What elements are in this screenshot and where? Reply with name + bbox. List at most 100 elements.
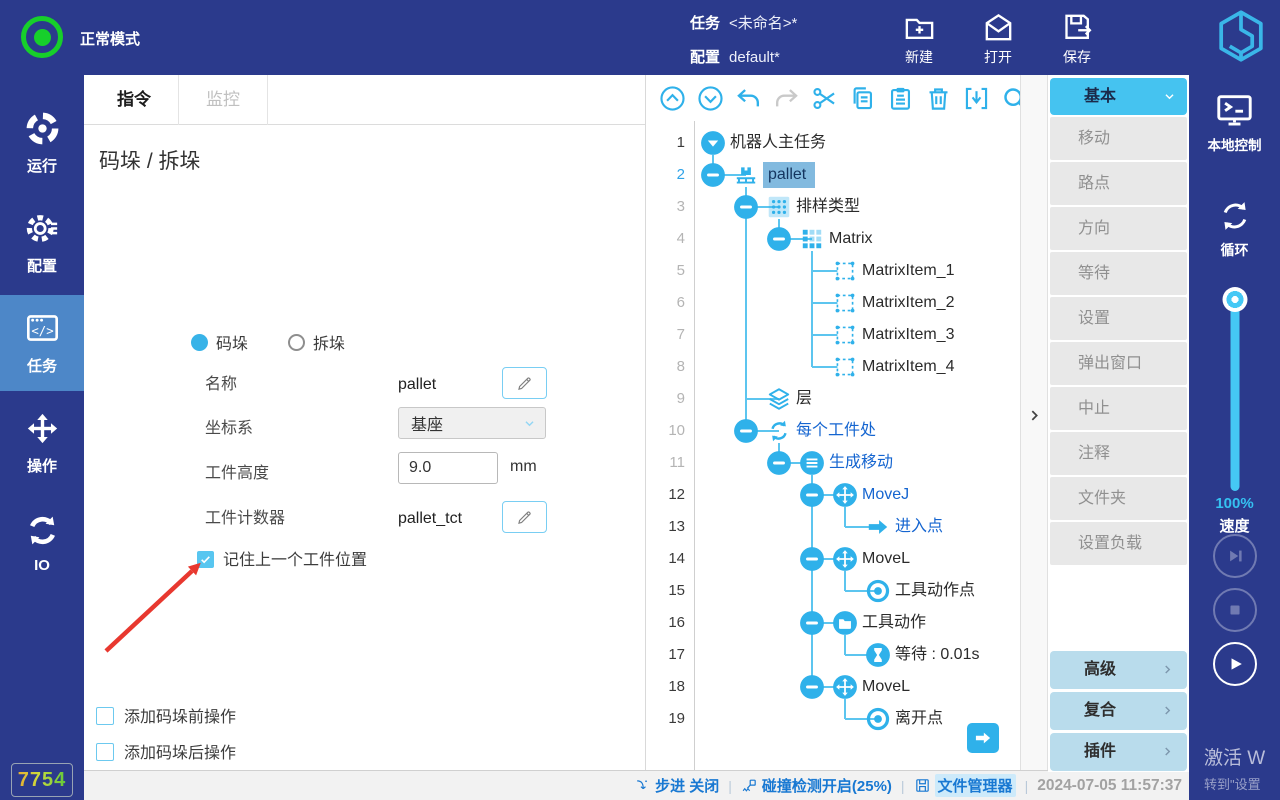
caret-icon[interactable] [700, 130, 726, 156]
command-item[interactable]: 路点 [1050, 162, 1187, 205]
command-item[interactable]: 弹出窗口 [1050, 342, 1187, 385]
sidebar-item-io[interactable]: IO [0, 495, 84, 591]
tree-node-label[interactable]: pallet [763, 162, 815, 188]
radio-circle-icon [191, 334, 208, 351]
tree-node-label[interactable]: Matrix [829, 223, 873, 255]
tree-node-label[interactable]: 离开点 [895, 703, 943, 735]
tree-node-label[interactable]: MatrixItem_2 [862, 287, 954, 319]
height-input[interactable]: 9.0 [398, 452, 498, 484]
collapse-toggle-icon[interactable] [733, 194, 759, 220]
insert-button[interactable] [963, 85, 990, 112]
pre-post-op-checkbox[interactable] [96, 707, 114, 725]
tree-node-label[interactable]: 机器人主任务 [730, 127, 826, 159]
command-item[interactable]: 文件夹 [1050, 477, 1187, 520]
collapse-toggle-icon[interactable] [766, 226, 792, 252]
local-control-button[interactable]: 本地控制 [1189, 89, 1280, 154]
insert-icon [963, 85, 990, 112]
collapse-toggle-icon[interactable] [799, 610, 825, 636]
robot-status-indicator[interactable] [21, 16, 63, 58]
command-item[interactable]: 设置 [1050, 297, 1187, 340]
edit-name-button[interactable] [502, 367, 547, 399]
move-down-button[interactable] [697, 85, 724, 112]
collapse-toggle-icon[interactable] [799, 674, 825, 700]
tree-node-label[interactable]: MatrixItem_3 [862, 319, 954, 351]
paste-button[interactable] [887, 85, 914, 112]
step-forward-button[interactable] [1213, 534, 1257, 578]
sidebar-item-task[interactable]: </>任务 [0, 295, 84, 391]
copy-button[interactable] [849, 85, 876, 112]
tree-node-label[interactable]: MoveL [862, 543, 910, 575]
tree-node-label[interactable]: 排样类型 [796, 191, 860, 223]
tab-command[interactable]: 指令 [90, 75, 179, 125]
undo-button[interactable] [735, 85, 762, 112]
topbar-open-button[interactable]: 打开 [962, 11, 1034, 67]
command-group[interactable]: 复合 [1050, 692, 1187, 730]
radio-option-depalletize[interactable]: 拆垛 [288, 330, 345, 354]
name-label: 名称 [205, 375, 237, 395]
name-value: pallet [398, 375, 436, 395]
status-bar: 步进 关闭 | 碰撞检测开启(25%) | 文件管理器 | 2024-07-05… [84, 770, 1189, 800]
file-manager-button[interactable]: 文件管理器 [914, 774, 1016, 797]
loop-button[interactable]: 循环 [1189, 197, 1280, 260]
next-page-button[interactable] [967, 723, 999, 753]
collision-status[interactable]: 碰撞检测开启(25%) [741, 775, 892, 796]
play-button[interactable] [1213, 642, 1257, 686]
tree-node-label[interactable]: 层 [796, 383, 812, 415]
tree-node-label[interactable]: 工具动作点 [895, 575, 975, 607]
pencil-icon [515, 508, 534, 527]
sidebar-item-run[interactable]: 运行 [0, 95, 84, 191]
command-item[interactable]: 方向 [1050, 207, 1187, 250]
command-item[interactable]: 等待 [1050, 252, 1187, 295]
sidebar-item-operate[interactable]: 操作 [0, 395, 84, 491]
tree-node-label[interactable]: 进入点 [895, 511, 943, 543]
topbar-save-button[interactable]: 保存 [1041, 11, 1113, 67]
pre-post-op-checkbox[interactable] [96, 743, 114, 761]
collapse-toggle-icon[interactable] [700, 162, 726, 188]
move-up-button[interactable] [659, 85, 686, 112]
delete-button[interactable] [925, 85, 952, 112]
moveCircle-icon [832, 482, 858, 508]
speed-slider-handle[interactable] [1222, 287, 1247, 312]
chevron-right-icon [1159, 743, 1176, 760]
topbar-new-button[interactable]: 新建 [883, 11, 955, 67]
speed-slider-track[interactable] [1230, 303, 1239, 491]
tree-node-label[interactable]: MoveL [862, 671, 910, 703]
dashedBox-icon [832, 258, 858, 284]
radio-option-palletize[interactable]: 码垛 [191, 330, 248, 354]
tree-node-label[interactable]: 等待 : 0.01s [895, 639, 979, 671]
command-item[interactable]: 注释 [1050, 432, 1187, 475]
task-label: 任务 [690, 15, 720, 32]
target-icon [865, 578, 891, 604]
tree-node-label[interactable]: 每个工件处 [796, 415, 876, 447]
frame-select[interactable]: 基座 [398, 407, 546, 439]
collapse-toggle-icon[interactable] [766, 450, 792, 476]
tree-node-label[interactable]: MoveJ [862, 479, 909, 511]
program-tree-panel: 12345678910111213141516171819 机器人主任务pall… [645, 75, 1020, 770]
command-group[interactable]: 高级 [1050, 651, 1187, 689]
tree-connector [844, 635, 846, 655]
new-icon [903, 11, 936, 44]
panel-collapse-handle[interactable] [1020, 75, 1048, 770]
tab-monitor[interactable]: 监控 [179, 75, 268, 125]
tree-node-label[interactable]: 工具动作 [862, 607, 926, 639]
stop-button[interactable] [1213, 588, 1257, 632]
command-group-basic[interactable]: 基本 [1050, 78, 1187, 115]
tree-node-label[interactable]: MatrixItem_4 [862, 351, 954, 383]
tree-node-label[interactable]: 生成移动 [829, 447, 893, 479]
remember-checkbox[interactable] [197, 551, 214, 568]
command-item[interactable]: 设置负载 [1050, 522, 1187, 565]
collapse-toggle-icon[interactable] [733, 418, 759, 444]
collapse-toggle-icon[interactable] [799, 482, 825, 508]
sidebar-item-config[interactable]: 配置 [0, 195, 84, 291]
tree-body: 12345678910111213141516171819 机器人主任务pall… [646, 121, 1020, 770]
cut-button[interactable] [811, 85, 838, 112]
command-item[interactable]: 中止 [1050, 387, 1187, 430]
tree-node-label[interactable]: MatrixItem_1 [862, 255, 954, 287]
paste-icon [887, 85, 914, 112]
svg-text:</>: </> [31, 324, 53, 338]
step-mode-status[interactable]: 步进 关闭 [634, 775, 719, 796]
command-group[interactable]: 插件 [1050, 733, 1187, 771]
collapse-toggle-icon[interactable] [799, 546, 825, 572]
command-item[interactable]: 移动 [1050, 117, 1187, 160]
edit-counter-button[interactable] [502, 501, 547, 533]
